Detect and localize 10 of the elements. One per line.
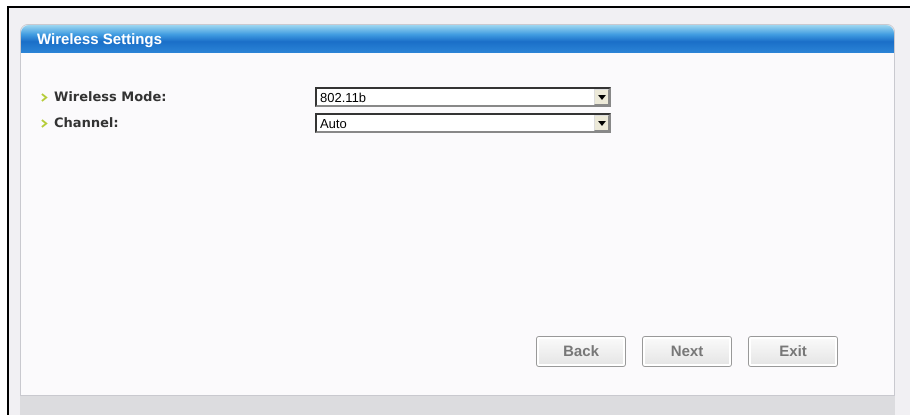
chevron-icon [41, 92, 48, 102]
dropdown-field[interactable]: 802.11b [315, 87, 611, 107]
field-label: Channel: [54, 116, 119, 130]
chevron-icon [41, 118, 48, 128]
wizard-button[interactable]: Next [642, 336, 732, 367]
field-label: Wireless Mode: [54, 90, 166, 104]
panel-title: Wireless Settings [37, 30, 162, 48]
wizard-button[interactable]: Back [536, 336, 626, 367]
dropdown-field[interactable]: Auto [315, 113, 611, 133]
wizard-button[interactable]: Exit [748, 336, 838, 367]
